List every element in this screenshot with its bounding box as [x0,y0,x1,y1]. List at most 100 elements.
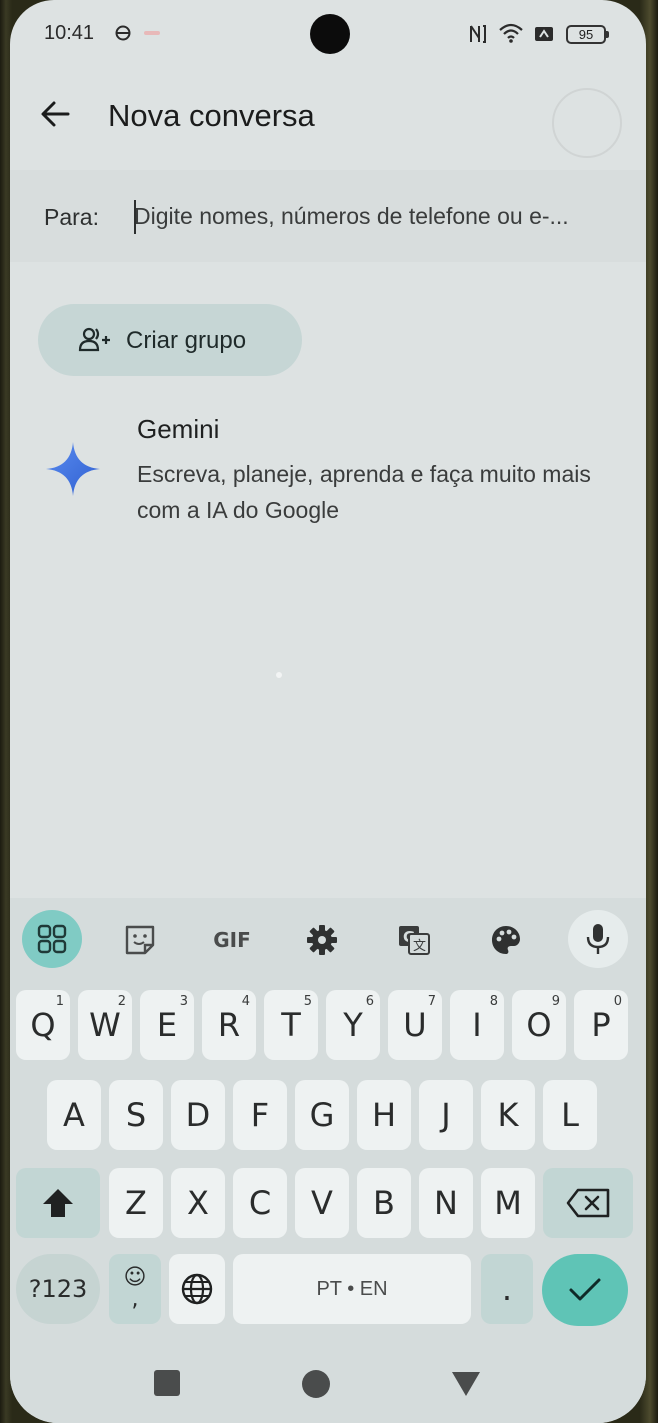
key-w[interactable]: W2 [78,990,132,1060]
key-y[interactable]: Y6 [326,990,380,1060]
top-app-bar: Nova conversa [10,70,646,162]
emoji-icon: ☺ [123,1265,147,1290]
page-title: Nova conversa [108,98,315,133]
comma-label: , [131,1287,139,1312]
key-m[interactable]: M [481,1168,535,1238]
key-f[interactable]: F [233,1080,287,1150]
key-b[interactable]: B [357,1168,411,1238]
home-button[interactable] [302,1370,330,1398]
key-r[interactable]: R4 [202,990,256,1060]
vpn-icon [115,25,131,41]
period-key[interactable]: . [481,1254,533,1324]
gif-button[interactable]: GIF [202,912,262,968]
shift-icon [43,1189,73,1217]
key-l[interactable]: L [543,1080,597,1150]
key-g[interactable]: G [295,1080,349,1150]
avatar[interactable] [552,88,622,158]
create-group-label: Criar grupo [126,327,247,354]
language-key[interactable] [169,1254,225,1324]
space-key[interactable]: PT • EN [233,1254,471,1324]
key-label: W [89,1006,121,1044]
back-arrow-icon[interactable] [36,94,76,134]
key-v[interactable]: V [295,1168,349,1238]
key-label: U [403,1006,427,1044]
touch-indicator [276,672,282,678]
apps-button[interactable] [22,910,82,968]
emoji-comma-key[interactable]: ☺ , [109,1254,161,1324]
create-group-button[interactable]: Criar grupo [38,304,302,376]
recipient-row: Para: [10,170,646,262]
add-group-icon [78,327,110,352]
keyboard-toolbar: GIF 文 [10,898,646,982]
sim-icon [535,27,553,41]
key-z[interactable]: Z [109,1168,163,1238]
key-hint: 0 [613,994,622,1009]
shift-key[interactable] [16,1168,100,1238]
key-label: O [526,1006,552,1044]
sticker-icon [125,925,155,955]
settings-button[interactable] [292,912,352,968]
key-hint: 4 [241,994,250,1009]
key-a[interactable]: A [47,1080,101,1150]
key-hint: 1 [55,994,64,1009]
key-h[interactable]: H [357,1080,411,1150]
translate-icon: G 文 [399,926,430,955]
key-hint: 8 [489,994,498,1009]
key-label: I [472,1006,482,1044]
enter-key[interactable] [542,1254,628,1326]
sticker-button[interactable] [110,912,170,968]
key-q[interactable]: Q1 [16,990,70,1060]
apps-grid-icon [37,924,67,954]
status-bar: 10:41 95 [10,0,646,70]
status-time: 10:41 [44,22,95,44]
backspace-key[interactable] [543,1168,633,1238]
front-camera [310,14,350,54]
keyboard: G I F 文 Q 1 W 2 E 3 R 4 T 5 Y 6 U 7 I 8 O … [10,898,646,1423]
key-x[interactable]: X [171,1168,225,1238]
key-hint: 9 [551,994,560,1009]
notification-dot-icon [144,31,160,35]
key-label: P [591,1006,611,1044]
key-e[interactable]: E3 [140,990,194,1060]
key-d[interactable]: D [171,1080,225,1150]
svg-text:文: 文 [413,939,426,954]
gemini-suggestion[interactable]: Gemini Escreva, planeje, aprenda e faça … [10,400,646,540]
key-t[interactable]: T5 [264,990,318,1060]
key-i[interactable]: I8 [450,990,504,1060]
globe-icon [181,1273,213,1305]
voice-input-button[interactable] [568,910,628,968]
key-label: T [281,1006,301,1044]
key-hint: 5 [303,994,312,1009]
battery-indicator: 95 [566,25,609,44]
key-label: R [217,1006,241,1044]
backspace-icon [566,1188,610,1218]
phone-frame: 10:41 95 Nova conversa Para: Digite nome… [0,0,658,1423]
key-s[interactable]: S [109,1080,163,1150]
recipient-label: Para: [44,204,99,230]
back-triangle-icon[interactable] [450,1370,482,1398]
screen: 10:41 95 Nova conversa Para: Digite nome… [10,0,646,1423]
symbols-key[interactable]: ?123 [16,1254,100,1324]
key-hint: 3 [179,994,188,1009]
key-n[interactable]: N [419,1168,473,1238]
key-u[interactable]: U7 [388,990,442,1060]
theme-button[interactable] [476,912,536,968]
key-hint: 2 [117,994,126,1009]
recipient-input[interactable] [134,198,626,234]
key-p[interactable]: P0 [574,990,628,1060]
gear-icon [307,925,337,955]
palette-icon [492,926,520,954]
key-label: Y [343,1006,363,1044]
mic-icon [586,924,610,954]
recents-button[interactable] [154,1370,180,1396]
gemini-sparkle-icon [46,442,100,496]
key-c[interactable]: C [233,1168,287,1238]
gemini-description: Escreva, planeje, aprenda e faça muito m… [137,461,591,523]
system-nav-bar [10,1346,646,1423]
wifi-icon [499,23,523,43]
key-k[interactable]: K [481,1080,535,1150]
translate-button[interactable]: G 文 [384,912,444,968]
key-o[interactable]: O9 [512,990,566,1060]
check-icon [569,1278,601,1301]
key-j[interactable]: J [419,1080,473,1150]
